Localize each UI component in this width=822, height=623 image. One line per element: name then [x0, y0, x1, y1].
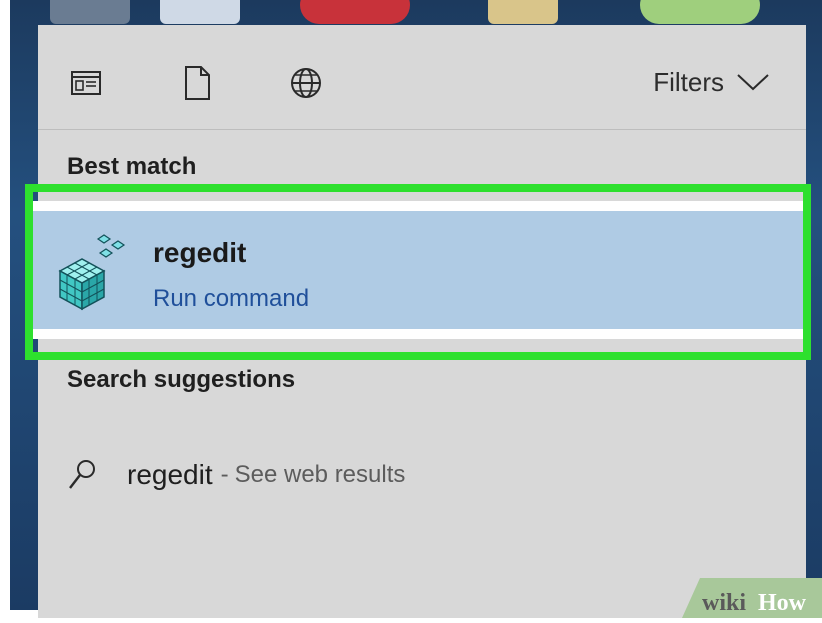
search-icon: [69, 460, 95, 489]
desktop-icon[interactable]: [50, 0, 130, 24]
best-match-heading: Best match: [67, 153, 197, 180]
svg-text:wiki: wiki: [702, 590, 746, 616]
filters-label: Filters: [653, 66, 724, 97]
wikihow-watermark: wiki How: [672, 578, 822, 618]
filters-dropdown[interactable]: Filters: [653, 67, 770, 97]
desktop-icon[interactable]: [160, 0, 240, 24]
desktop-icon[interactable]: [300, 0, 410, 24]
app-window-icon[interactable]: [66, 63, 106, 103]
toolbar-divider: [38, 129, 806, 130]
desktop-icon[interactable]: [488, 0, 558, 24]
chevron-down-icon: [737, 74, 769, 91]
suggestion-separator: -: [220, 461, 229, 488]
svg-text:How: How: [758, 590, 807, 616]
highlight-annotation-box: [25, 184, 811, 360]
document-icon[interactable]: [177, 63, 217, 103]
suggestion-web-results: See web results: [234, 461, 406, 488]
suggestion-item[interactable]: regedit - See web results: [67, 453, 405, 497]
desktop-icons-strip: [10, 0, 822, 25]
globe-icon[interactable]: [286, 63, 326, 103]
suggestion-query: regedit: [127, 459, 213, 490]
search-suggestions-heading: Search suggestions: [67, 366, 296, 393]
search-toolbar: Filters: [38, 25, 806, 130]
desktop-icon[interactable]: [640, 0, 760, 24]
